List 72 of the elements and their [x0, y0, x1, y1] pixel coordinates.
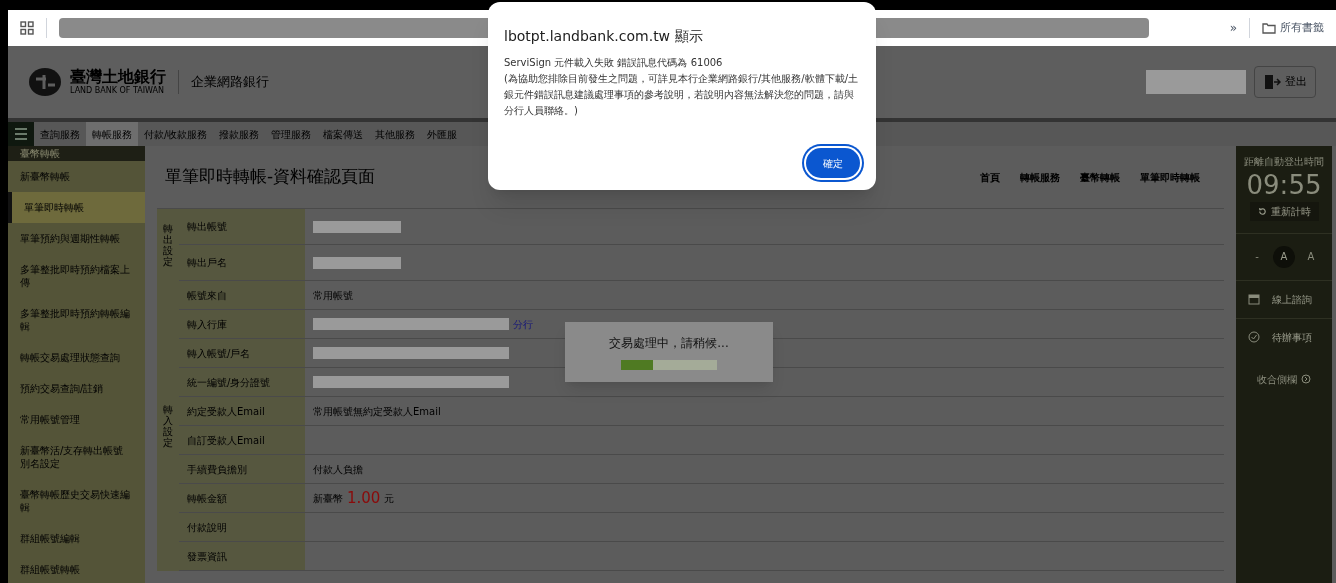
- side-link[interactable]: 線上諮詢: [1236, 279, 1332, 318]
- side-link[interactable]: 待辦事項: [1236, 317, 1332, 356]
- nav-tab[interactable]: 其他服務: [369, 122, 422, 146]
- collapse-sidebar-button[interactable]: 收合側欄: [1257, 371, 1311, 387]
- value-text: 常用帳號無約定受款人Email: [313, 404, 441, 419]
- apps-grid-icon[interactable]: [20, 21, 34, 35]
- unit-label: 元: [384, 491, 395, 506]
- page-title: 單筆即時轉帳-資料確認頁面: [165, 165, 376, 189]
- loading-message: 交易處理中，請稍候...: [609, 335, 729, 352]
- sidebar-item[interactable]: 單筆即時轉帳: [8, 192, 145, 223]
- dialog-message: (為協助您排除目前發生之問題，可詳見本行企業網路銀行/其他服務/軟體下載/土銀元件錯誤訊息建議處理事項的參考說明，若說明內容無法解決您的問題，請與分行人員聯絡。): [504, 72, 859, 118]
- nav-tab[interactable]: 撥款服務: [213, 122, 266, 146]
- value-text: 付款人負擔: [313, 462, 363, 477]
- sidebar-item[interactable]: 常用帳號管理: [8, 404, 145, 435]
- nav-tab[interactable]: 外匯服: [421, 122, 464, 146]
- bank-name: 臺灣土地銀行: [70, 69, 166, 85]
- nav-tab[interactable]: 付款/收款服務: [138, 122, 214, 146]
- chevron-circle-icon: [1301, 374, 1311, 384]
- nav-tab[interactable]: 管理服務: [265, 122, 318, 146]
- sidebar-item[interactable]: 群組帳號轉帳: [8, 554, 145, 583]
- field-label: 轉出戶名: [187, 256, 227, 270]
- field-label: 發票資訊: [187, 549, 227, 564]
- bank-name-english: LAND BANK OF TAIWAN: [70, 87, 165, 95]
- field-label: 約定受款人Email: [187, 404, 265, 419]
- sidebar-item[interactable]: 新臺幣轉帳: [8, 161, 145, 192]
- nav-tab[interactable]: 檔案傳送: [317, 122, 370, 146]
- field-label: 轉出帳號: [187, 220, 227, 234]
- group-label: 轉出設定: [163, 223, 173, 267]
- check-circle-icon: [1248, 331, 1260, 343]
- breadcrumb-link[interactable]: 首頁: [980, 169, 1000, 185]
- calendar-icon: [1248, 293, 1260, 305]
- logo-icon: [28, 67, 62, 97]
- sidebar-item[interactable]: 單筆預約與週期性轉帳: [8, 223, 145, 254]
- reset-icon: [1257, 206, 1267, 216]
- breadcrumb-link[interactable]: 臺幣轉帳: [1080, 169, 1120, 185]
- sidebar-item[interactable]: 新臺幣活/支存轉出帳號別名設定: [8, 435, 145, 479]
- sidebar-item[interactable]: 轉帳交易處理狀態查詢: [8, 342, 145, 373]
- breadcrumb-link[interactable]: 單筆即時轉帳: [1140, 169, 1200, 185]
- field-label: 轉入帳號/戶名: [187, 346, 251, 361]
- breadcrumb-link[interactable]: 轉帳服務: [1020, 169, 1060, 185]
- logout-timer: 09:55: [1246, 169, 1322, 202]
- product-name: 企業網路銀行: [191, 73, 269, 92]
- exit-door-icon: [1263, 74, 1281, 90]
- currency-label: 新臺幣: [313, 491, 343, 506]
- font-size-button[interactable]: -: [1249, 245, 1265, 268]
- field-label: 轉入行庫: [187, 317, 227, 332]
- nav-tab[interactable]: 查詢服務: [34, 122, 86, 146]
- dialog-message: ServiSign 元件載入失敗 錯誤訊息代碼為 61006: [504, 56, 724, 70]
- timer-label: 距離自動登出時間: [1244, 155, 1324, 169]
- field-label: 轉帳金額: [187, 491, 227, 506]
- sidebar-item[interactable]: 多筆整批即時預約轉帳編輯: [8, 298, 145, 342]
- logout-button[interactable]: 登出: [1254, 66, 1316, 98]
- amount-value: 1.00: [347, 487, 381, 509]
- value-text: 常用帳號: [313, 288, 353, 303]
- menu-icon[interactable]: [8, 122, 34, 146]
- reset-timer-button[interactable]: 重新計時: [1249, 201, 1319, 221]
- sidebar-heading: 臺幣轉帳: [8, 146, 145, 161]
- field-label: 自訂受款人Email: [187, 433, 265, 448]
- bookmarks-overflow[interactable]: »: [1229, 19, 1237, 37]
- field-label: 付款說明: [187, 520, 227, 535]
- sidebar-item[interactable]: 臺幣轉帳歷史交易快速編輯: [8, 479, 145, 523]
- bookmarks-folder[interactable]: 所有書籤: [1262, 19, 1324, 37]
- field-label: 手續費負擔別: [187, 462, 247, 477]
- font-size-button[interactable]: A: [1273, 245, 1295, 268]
- sidebar-item[interactable]: 群組帳號編輯: [8, 523, 145, 554]
- group-label: 轉入設定: [163, 404, 173, 448]
- folder-icon: [1262, 22, 1276, 34]
- dialog-title: lbotpt.landbank.com.tw 顯示: [504, 27, 704, 46]
- field-label: 帳號來自: [187, 288, 227, 303]
- sidebar-item[interactable]: 預約交易查詢/註銷: [8, 373, 145, 404]
- nav-tab[interactable]: 轉帳服務: [86, 122, 138, 146]
- font-size-button[interactable]: A: [1303, 245, 1319, 268]
